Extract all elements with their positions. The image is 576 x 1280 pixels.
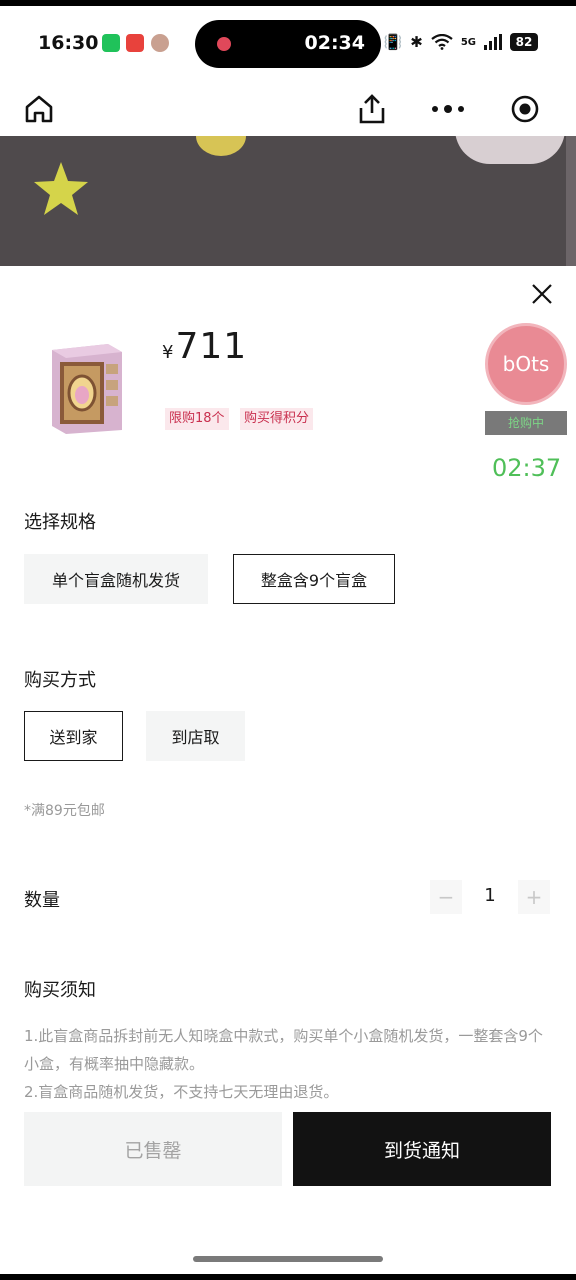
more-button[interactable] <box>426 87 470 131</box>
spec-title: 选择规格 <box>24 512 96 533</box>
countdown-timer: 02:37 <box>492 454 562 482</box>
notice-title: 购买须知 <box>24 980 96 1001</box>
delivery-option-pickup[interactable]: 到店取 <box>146 711 245 761</box>
close-icon <box>532 284 552 304</box>
share-button[interactable] <box>350 87 394 131</box>
avatar-icon <box>151 34 169 52</box>
delivery-option-home[interactable]: 送到家 <box>24 711 123 761</box>
shipping-note: *满89元包邮 <box>24 803 105 819</box>
bluetooth-icon: ✱ <box>410 33 423 51</box>
status-time: 16:30 <box>38 32 99 54</box>
screen-recording-pill[interactable]: 02:34 <box>195 20 381 68</box>
close-sheet-button[interactable] <box>530 282 554 306</box>
bots-floating-button[interactable]: bOts <box>485 323 567 405</box>
top-navbar <box>0 82 576 136</box>
share-icon <box>359 94 385 124</box>
notice-line-1: 1.此盲盒商品拆封前无人知晓盒中款式，购买单个小盒随机发货，一整套含9个小盒，有… <box>24 1027 543 1073</box>
spec-option-full-box[interactable]: 整盒含9个盲盒 <box>233 554 395 604</box>
notice-line-2: 2.盲盒商品随机发货，不支持七天无理由退货。 <box>24 1083 339 1101</box>
target-icon <box>511 95 539 123</box>
product-thumbnail <box>52 344 122 434</box>
product-banner-image <box>0 136 576 266</box>
recording-dot-icon <box>217 37 231 51</box>
signal-icon <box>484 34 502 50</box>
points-tag: 购买得积分 <box>240 408 314 430</box>
purchase-method-title: 购买方式 <box>24 670 96 691</box>
quantity-plus-button[interactable]: + <box>518 880 550 914</box>
battery-indicator: 82 <box>510 33 538 51</box>
home-button[interactable] <box>17 87 61 131</box>
home-icon <box>25 95 53 123</box>
quantity-title: 数量 <box>24 890 60 911</box>
decoration-blob <box>196 136 246 156</box>
restock-notify-button[interactable]: 到货通知 <box>293 1112 551 1186</box>
bots-status-badge: 抢购中 <box>485 411 567 435</box>
banner-edge <box>566 136 576 266</box>
bottom-edge <box>0 1274 576 1280</box>
price-value: 711 <box>175 326 248 367</box>
limit-tag: 限购18个 <box>165 408 229 430</box>
wechat-icon <box>102 34 120 52</box>
star-decoration <box>34 162 88 215</box>
status-bar: 16:30 02:34 📳 ✱ 5G 82 <box>0 0 576 82</box>
home-indicator[interactable] <box>193 1256 383 1262</box>
status-icons: 📳 ✱ 5G 82 <box>384 33 538 51</box>
wifi-icon <box>431 34 453 50</box>
video-app-icon <box>126 34 144 52</box>
price-currency: ¥ <box>162 342 174 363</box>
vibrate-icon: 📳 <box>383 33 403 51</box>
quantity-value: 1 <box>484 885 496 906</box>
quantity-minus-button[interactable]: − <box>430 880 462 914</box>
notice-text: 1.此盲盒商品拆封前无人知晓盒中款式，购买单个小盒随机发货，一整套含9个小盒，有… <box>24 1022 554 1106</box>
sold-out-button[interactable]: 已售罄 <box>24 1112 282 1186</box>
recording-time: 02:34 <box>304 32 365 54</box>
close-miniprogram-button[interactable] <box>503 87 547 131</box>
more-icon <box>432 105 464 113</box>
network-type: 5G <box>460 36 476 48</box>
top-edge <box>0 0 576 6</box>
product-price: ¥ 711 <box>162 326 247 367</box>
spec-option-single[interactable]: 单个盲盒随机发货 <box>24 554 208 604</box>
cloud-decoration <box>455 136 565 164</box>
